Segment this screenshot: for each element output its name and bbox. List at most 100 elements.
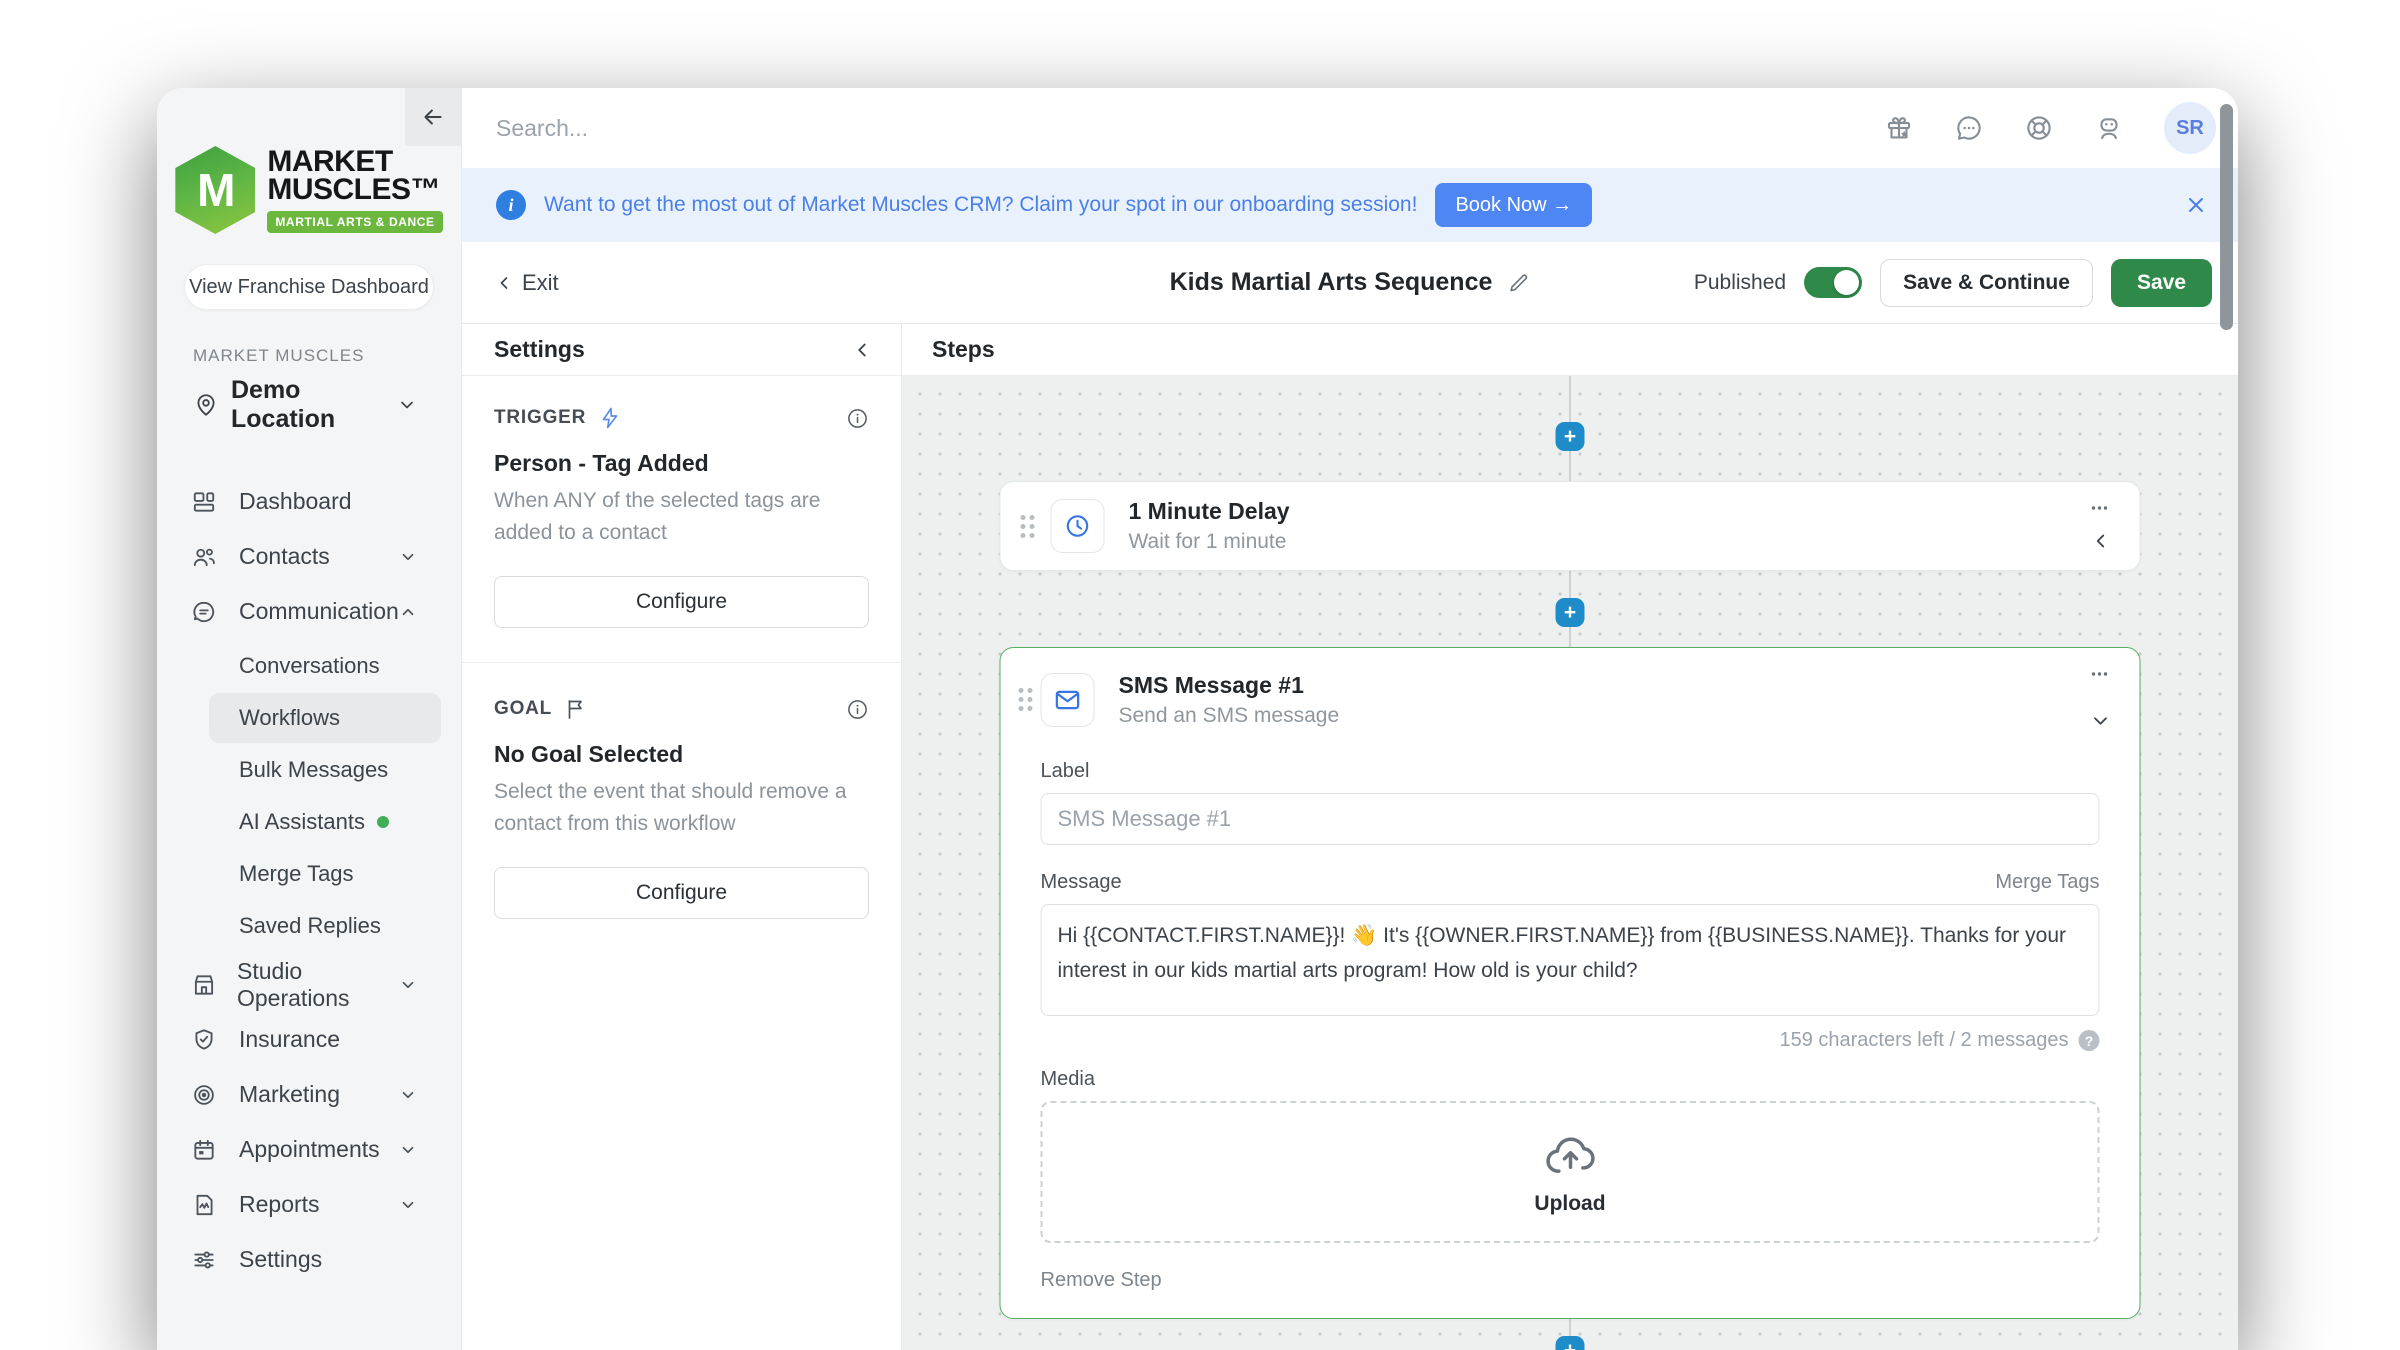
delay-step-card[interactable]: 1 Minute Delay Wait for 1 minute <box>999 481 2141 571</box>
book-now-button[interactable]: Book Now → <box>1435 183 1593 227</box>
contacts-icon <box>191 544 219 570</box>
scrollbar-thumb[interactable] <box>2220 104 2233 330</box>
goal-description: Select the event that should remove a co… <box>494 780 847 835</box>
steps-panel: Steps + 1 Minute Delay Wait for 1 minute <box>902 324 2238 1350</box>
logo-line1: MARKET <box>267 144 393 178</box>
sidebar-item-insurance[interactable]: Insurance <box>157 1012 461 1067</box>
chevron-up-icon <box>399 603 417 621</box>
sidebar-item-settings[interactable]: Settings <box>157 1232 461 1287</box>
merge-tags-button[interactable]: Merge Tags <box>1995 871 2099 894</box>
drag-handle-icon[interactable] <box>1018 688 1033 711</box>
sidebar-item-dashboard[interactable]: Dashboard <box>157 474 461 529</box>
sidebar-item-saved-replies[interactable]: Saved Replies <box>209 901 441 951</box>
sidebar-item-marketing[interactable]: Marketing <box>157 1067 461 1122</box>
delay-step-subtitle: Wait for 1 minute <box>1128 530 1287 553</box>
ellipsis-icon <box>2088 496 2112 520</box>
panel-collapse-button[interactable] <box>851 339 873 361</box>
sidebar-item-workflows[interactable]: Workflows <box>209 693 441 743</box>
help-button[interactable] <box>2024 113 2054 143</box>
drag-handle-icon[interactable] <box>1020 514 1035 538</box>
sidebar-item-studio-operations[interactable]: Studio Operations <box>157 957 461 1012</box>
toggle-knob <box>1834 270 1860 295</box>
view-franchise-dashboard-button[interactable]: View Franchise Dashboard <box>184 264 434 310</box>
goal-configure-button[interactable]: Configure <box>494 867 869 919</box>
chevron-left-icon <box>851 339 873 361</box>
chevron-left-icon <box>2090 530 2112 552</box>
add-step-button[interactable]: + <box>1555 598 1585 627</box>
published-toggle[interactable] <box>1804 267 1863 298</box>
goal-info-button[interactable] <box>846 698 869 721</box>
brand-logo: M MARKET MUSCLES™ MARTIAL ARTS & DANCE <box>157 146 461 234</box>
banner-close-button[interactable] <box>2184 193 2208 217</box>
org-label: MARKET MUSCLES <box>193 346 365 365</box>
published-label: Published <box>1693 270 1787 294</box>
media-upload-dropzone[interactable]: Upload <box>1040 1101 2100 1243</box>
app-window: M MARKET MUSCLES™ MARTIAL ARTS & DANCE V… <box>157 88 2238 1350</box>
trigger-section-label: TRIGGER <box>494 407 587 428</box>
goal-section: GOAL No Goal Selected Select the event t… <box>494 697 869 919</box>
trigger-info-button[interactable] <box>846 407 869 430</box>
chevron-down-icon <box>399 548 417 566</box>
lightning-icon <box>598 406 622 430</box>
step-menu-button[interactable] <box>2088 496 2112 520</box>
calendar-icon <box>191 1137 219 1163</box>
sidebar-item-ai-assistants[interactable]: AI Assistants <box>209 797 441 847</box>
label-field-label: Label <box>1040 760 1090 782</box>
robot-icon <box>2094 113 2124 143</box>
location-selector[interactable]: Demo Location <box>193 376 461 434</box>
search-input[interactable] <box>496 114 1196 142</box>
sidebar-item-merge-tags[interactable]: Merge Tags <box>209 849 441 899</box>
edit-title-button[interactable] <box>1506 271 1530 295</box>
label-input[interactable] <box>1040 793 2100 845</box>
step-expand-button[interactable] <box>2090 530 2112 552</box>
gift-button[interactable] <box>1884 113 1914 143</box>
step-collapse-button[interactable] <box>2090 710 2112 732</box>
chevron-down-icon <box>399 1086 417 1104</box>
chevron-down-icon <box>399 976 417 994</box>
goal-name: No Goal Selected <box>494 741 684 767</box>
chat-ellipsis-icon <box>1954 113 1984 143</box>
chat-button[interactable] <box>1954 113 1984 143</box>
dashboard-icon <box>191 489 219 515</box>
topbar: SR <box>462 88 2238 168</box>
message-field-label: Message <box>1040 871 1122 893</box>
upload-label: Upload <box>1534 1192 1606 1215</box>
sidebar-item-bulk-messages[interactable]: Bulk Messages <box>209 745 441 795</box>
pencil-icon <box>1506 271 1530 295</box>
gift-icon <box>1884 113 1914 143</box>
sidebar-item-appointments[interactable]: Appointments <box>157 1122 461 1177</box>
save-button[interactable]: Save <box>2110 258 2212 307</box>
add-step-button[interactable]: + <box>1555 1336 1585 1350</box>
exit-button[interactable]: Exit <box>494 270 559 296</box>
add-step-button[interactable]: + <box>1555 422 1585 451</box>
workflow-header: Exit Kids Martial Arts Sequence Publishe… <box>462 242 2238 324</box>
flag-icon <box>564 697 588 721</box>
logo-badge: MARTIAL ARTS & DANCE <box>267 210 443 233</box>
message-textarea[interactable]: Hi {{CONTACT.FIRST.NAME}}! 👋 It's {{OWNE… <box>1040 904 2100 1016</box>
workflow-canvas[interactable]: + 1 Minute Delay Wait for 1 minute + SMS… <box>902 376 2238 1350</box>
trigger-configure-button[interactable]: Configure <box>494 576 869 628</box>
cloud-upload-icon <box>1542 1128 1598 1184</box>
communication-icon <box>191 599 219 625</box>
sidebar-item-communication[interactable]: Communication <box>157 584 461 639</box>
sms-step-subtitle: Send an SMS message <box>1118 704 1340 727</box>
question-icon[interactable]: ? <box>2078 1030 2100 1051</box>
settings-panel: Settings TRIGGER Person - Tag Added When… <box>462 324 902 1350</box>
location-name: Demo Location <box>231 376 336 433</box>
sidebar-item-reports[interactable]: Reports <box>157 1177 461 1232</box>
sidebar-item-contacts[interactable]: Contacts <box>157 529 461 584</box>
avatar[interactable]: SR <box>2164 102 2216 154</box>
step-menu-button[interactable] <box>2088 662 2112 686</box>
remove-step-button[interactable]: Remove Step <box>1041 1269 1162 1292</box>
trigger-section: TRIGGER Person - Tag Added When ANY of t… <box>494 406 869 628</box>
sidebar-item-conversations[interactable]: Conversations <box>209 641 441 691</box>
banner-message: Want to get the most out of Market Muscl… <box>544 193 1418 216</box>
assistant-button[interactable] <box>2094 113 2124 143</box>
save-continue-button[interactable]: Save & Continue <box>1880 258 2093 307</box>
status-dot <box>376 816 389 828</box>
delay-step-title: 1 Minute Delay <box>1128 498 1290 524</box>
report-icon <box>191 1192 219 1218</box>
sidebar-collapse-button[interactable] <box>405 88 461 146</box>
info-circle-icon <box>846 698 869 721</box>
map-pin-icon <box>193 392 219 418</box>
